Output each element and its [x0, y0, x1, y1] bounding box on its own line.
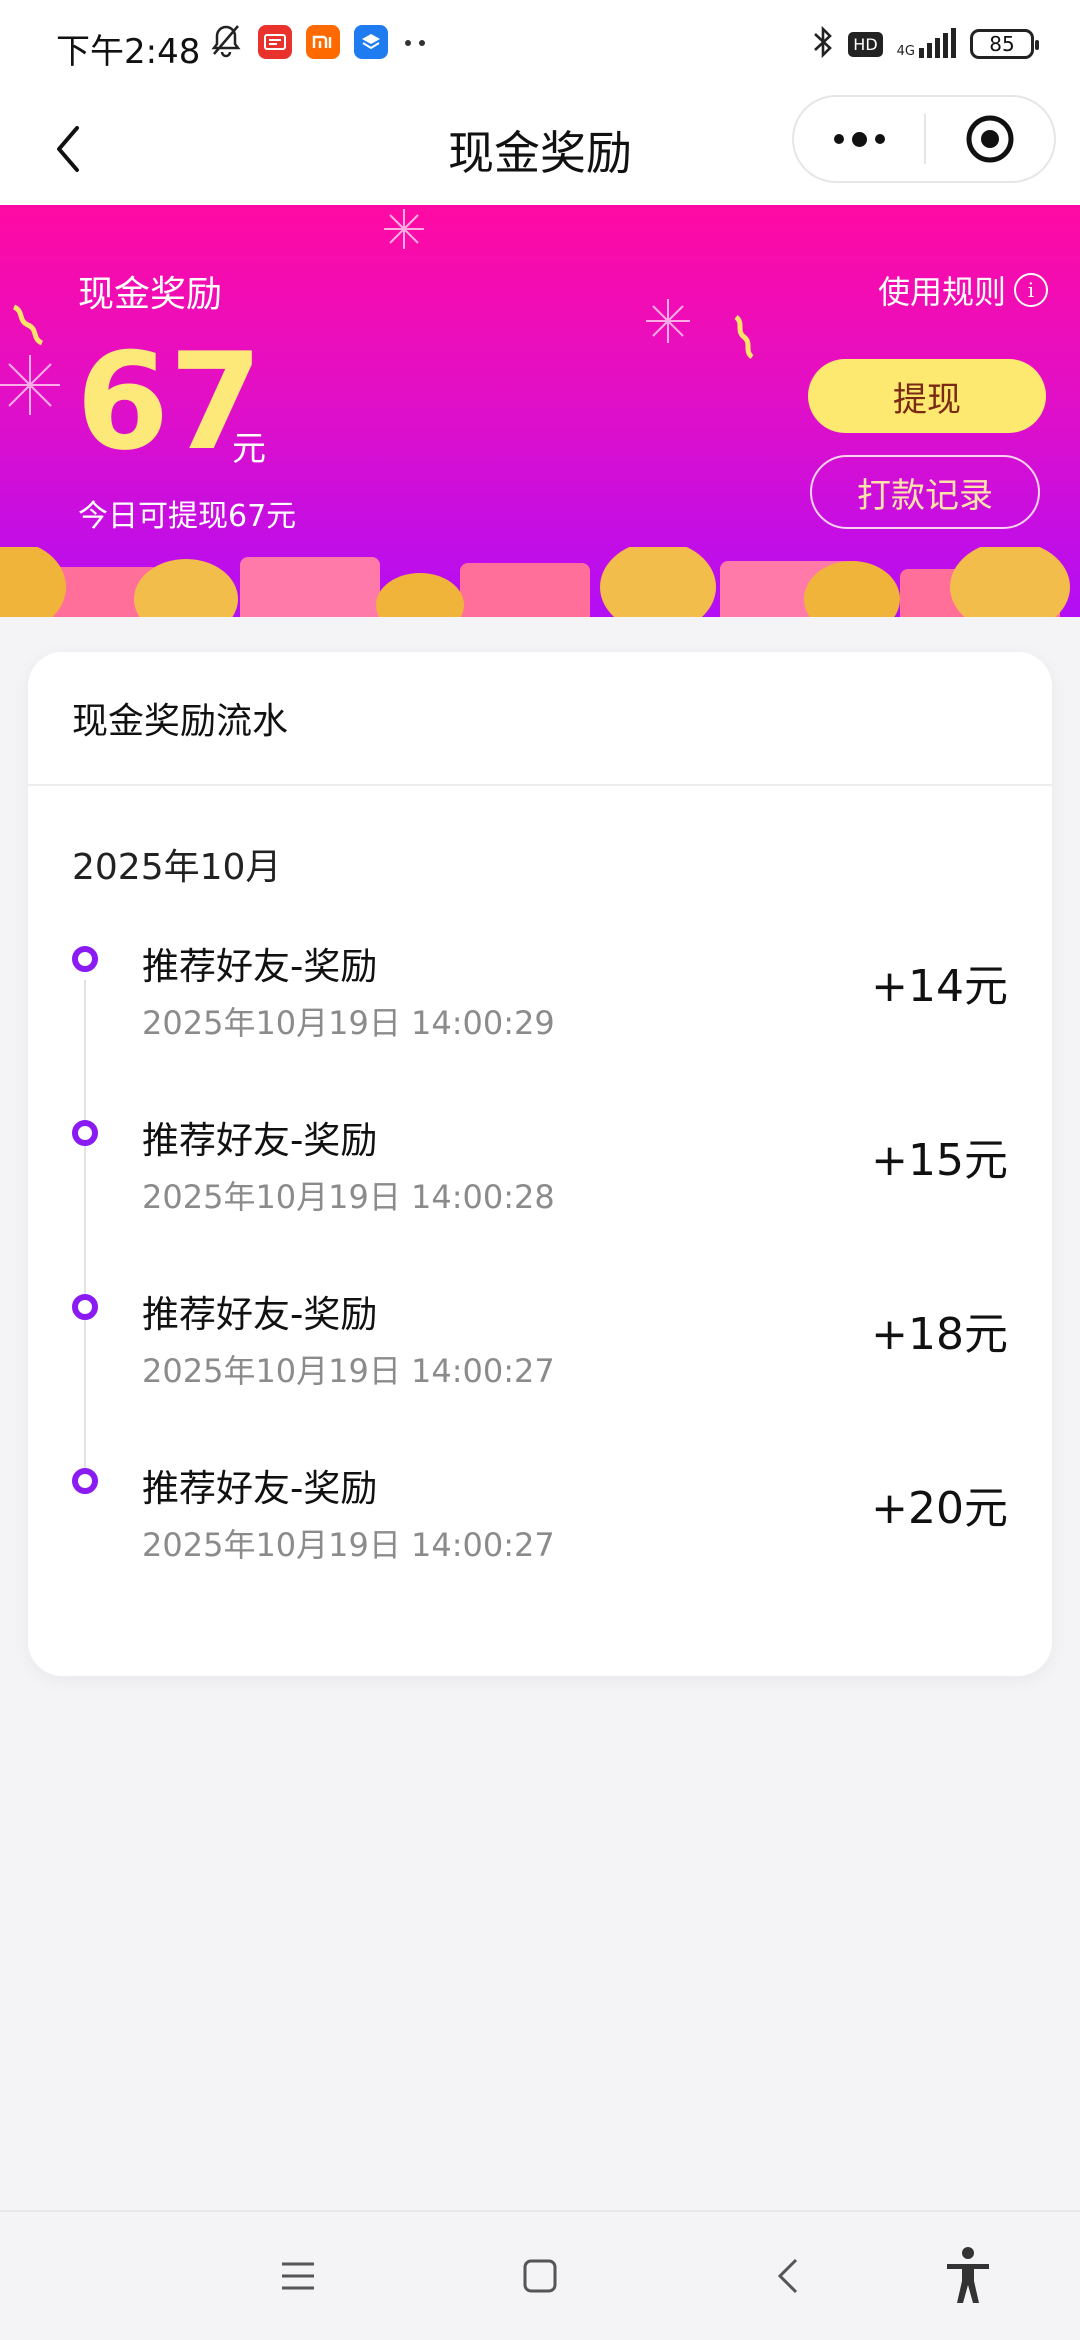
more-menu-button[interactable]	[794, 97, 924, 181]
entry-amount: +15元	[871, 1135, 1008, 1186]
status-time: 下午2:48	[56, 32, 201, 72]
timeline-dot	[72, 946, 98, 972]
info-icon: i	[1014, 273, 1048, 307]
system-back-button[interactable]	[756, 2244, 820, 2308]
accessibility-icon	[947, 2247, 989, 2303]
status-bar: 下午2:48 HD 4G 85	[0, 0, 1080, 95]
target-close-icon	[966, 115, 1014, 163]
status-notification-icons	[208, 22, 430, 62]
withdrawable-today-text: 今日可提现67元	[78, 499, 297, 534]
mini-program-capsule	[792, 95, 1056, 183]
list-item: 推荐好友-奖励 2025年10月19日 14:00:29 +14元	[28, 936, 1052, 1056]
entry-title: 推荐好友-奖励	[142, 1119, 378, 1162]
coins-red-envelopes-decoration	[0, 547, 1070, 617]
timeline-dot	[72, 1120, 98, 1146]
entry-amount: +14元	[871, 961, 1008, 1012]
list-item: 推荐好友-奖励 2025年10月19日 14:00:27 +18元	[28, 1284, 1052, 1404]
battery-level: 85	[989, 32, 1015, 56]
status-system-icons: HD 4G 85	[812, 24, 1039, 64]
card-divider	[28, 784, 1052, 786]
ai-app-icon	[354, 25, 388, 59]
entry-time: 2025年10月19日 14:00:28	[142, 1178, 555, 1216]
news-app-icon	[258, 25, 292, 59]
cash-reward-flow-card: 现金奖励流水 2025年10月 推荐好友-奖励 2025年10月19日 14:0…	[28, 652, 1052, 1676]
entry-amount: +20元	[871, 1483, 1008, 1534]
battery-icon: 85	[970, 29, 1039, 59]
square-icon	[523, 2259, 557, 2293]
usage-rules-label: 使用规则	[877, 273, 1006, 311]
entry-time: 2025年10月19日 14:00:29	[142, 1004, 555, 1042]
network-type: 4G	[896, 44, 915, 59]
withdraw-button[interactable]: 提现	[808, 359, 1046, 433]
entry-time: 2025年10月19日 14:00:27	[142, 1526, 555, 1564]
hd-badge: HD	[848, 31, 883, 57]
signal-icon: 4G	[896, 28, 956, 59]
accessibility-button[interactable]	[936, 2244, 1000, 2308]
nav-bar: 现金奖励	[0, 95, 1080, 205]
entry-title: 推荐好友-奖励	[142, 945, 378, 988]
timeline-dot	[72, 1468, 98, 1494]
timeline-line	[84, 980, 86, 1492]
cash-amount-unit: 元	[232, 429, 266, 469]
more-dot-icon	[851, 131, 867, 147]
month-label: 2025年10月	[72, 847, 282, 888]
list-item: 推荐好友-奖励 2025年10月19日 14:00:28 +15元	[28, 1110, 1052, 1230]
system-navigation-bar	[0, 2210, 1080, 2340]
entry-time: 2025年10月19日 14:00:27	[142, 1352, 555, 1390]
chevron-left-icon	[777, 2258, 798, 2294]
entry-amount: +18元	[871, 1309, 1008, 1360]
reward-banner: 现金奖励 使用规则 i 67 元 今日可提现67元 提现 打款记录	[0, 205, 1080, 617]
list-item: 推荐好友-奖励 2025年10月19日 14:00:27 +20元	[28, 1458, 1052, 1578]
bluetooth-icon	[812, 24, 834, 64]
banner-label: 现金奖励	[78, 274, 223, 315]
recent-apps-button[interactable]	[266, 2244, 330, 2308]
menu-icon	[282, 2262, 314, 2290]
more-dot-icon	[833, 134, 844, 144]
mi-app-icon	[306, 25, 340, 59]
bell-off-icon	[208, 22, 244, 62]
entry-title: 推荐好友-奖励	[142, 1467, 378, 1510]
card-title: 现金奖励流水	[72, 701, 289, 742]
entry-title: 推荐好友-奖励	[142, 1293, 378, 1336]
payment-records-button[interactable]: 打款记录	[810, 455, 1040, 529]
home-button[interactable]	[508, 2244, 572, 2308]
more-dot-icon	[874, 134, 885, 144]
more-dots-icon	[402, 33, 430, 52]
close-mini-program-button[interactable]	[926, 97, 1054, 181]
usage-rules-link[interactable]: 使用规则 i	[878, 267, 1048, 313]
timeline-dot	[72, 1294, 98, 1320]
